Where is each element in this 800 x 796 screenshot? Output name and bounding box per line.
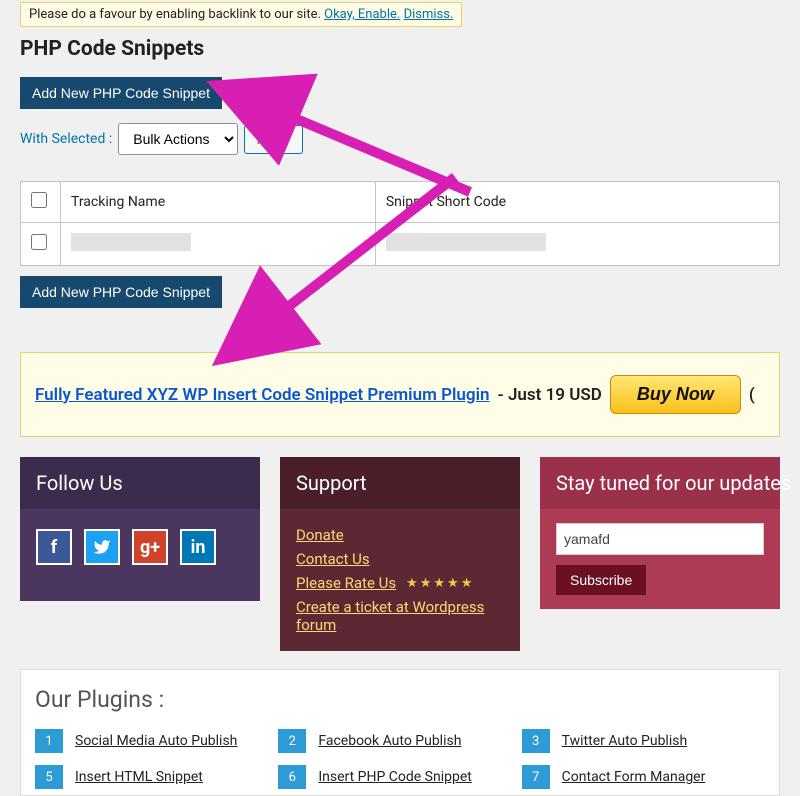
google-plus-icon[interactable]: g+ xyxy=(132,529,168,565)
col-tracking-name: Tracking Name xyxy=(61,182,376,223)
promo-price: - Just 19 USD xyxy=(497,385,601,405)
donate-link[interactable]: Donate xyxy=(296,523,504,547)
bulk-label: With Selected : xyxy=(20,131,112,147)
facebook-icon[interactable]: f xyxy=(36,529,72,565)
subscribe-input[interactable] xyxy=(556,523,764,555)
add-snippet-button-top[interactable]: Add New PHP Code Snippet xyxy=(20,77,222,109)
rate-link[interactable]: Please Rate Us xyxy=(296,571,396,595)
premium-promo-banner: Fully Featured XYZ WP Insert Code Snippe… xyxy=(20,352,780,437)
star-rating-icon: ★★★★★ xyxy=(406,576,474,591)
plugin-link[interactable]: Social Media Auto Publish xyxy=(75,733,237,749)
support-title: Support xyxy=(280,457,520,509)
snippets-table: Tracking Name Snippet Short Code xyxy=(20,181,780,266)
subscribe-button[interactable]: Subscribe xyxy=(556,565,646,595)
subscribe-title: Stay tuned for our updates xyxy=(540,457,780,509)
plugin-link[interactable]: Contact Form Manager xyxy=(562,769,706,785)
notice-enable-link[interactable]: Okay, Enable. xyxy=(324,7,400,22)
plugin-link[interactable]: Twitter Auto Publish xyxy=(562,733,688,749)
backlink-notice: Please do a favour by enabling backlink … xyxy=(20,2,462,27)
add-snippet-button-bottom[interactable]: Add New PHP Code Snippet xyxy=(20,276,222,308)
plugin-link[interactable]: Insert PHP Code Snippet xyxy=(318,769,472,785)
promo-paren: ( xyxy=(749,385,755,405)
redacted-cell xyxy=(71,233,191,251)
subscribe-panel: Stay tuned for our updates Subscribe xyxy=(540,457,780,651)
page-title: PHP Code Snippets xyxy=(20,37,780,61)
row-checkbox[interactable] xyxy=(31,234,47,250)
redacted-cell xyxy=(386,233,546,251)
plugin-item: 7Contact Form Manager xyxy=(522,759,765,795)
follow-us-panel: Follow Us f g+ in xyxy=(20,457,260,651)
support-panel: Support Donate Contact Us Please Rate Us… xyxy=(280,457,520,651)
notice-dismiss-link[interactable]: Dismiss. xyxy=(404,7,454,22)
plugin-item: 5Insert HTML Snippet xyxy=(35,759,278,795)
contact-link[interactable]: Contact Us xyxy=(296,547,504,571)
plugin-item: 2Facebook Auto Publish xyxy=(278,723,521,759)
plugin-link[interactable]: Facebook Auto Publish xyxy=(318,733,461,749)
bulk-actions-select[interactable]: Bulk Actions xyxy=(118,123,238,155)
table-row xyxy=(21,223,780,266)
bulk-apply-button[interactable]: Apply xyxy=(244,125,303,154)
select-all-checkbox[interactable] xyxy=(31,192,47,208)
twitter-icon[interactable] xyxy=(84,529,120,565)
our-plugins-panel: Our Plugins : 1Social Media Auto Publish… xyxy=(20,669,780,796)
plugin-item: 3Twitter Auto Publish xyxy=(522,723,765,759)
plugin-item: 1Social Media Auto Publish xyxy=(35,723,278,759)
notice-text: Please do a favour by enabling backlink … xyxy=(29,7,321,22)
plugin-item: 6Insert PHP Code Snippet xyxy=(278,759,521,795)
ticket-link[interactable]: Create a ticket at Wordpress forum xyxy=(296,595,504,637)
premium-link[interactable]: Fully Featured XYZ WP Insert Code Snippe… xyxy=(35,385,489,405)
buy-now-button[interactable]: Buy Now xyxy=(610,375,741,414)
plugin-link[interactable]: Insert HTML Snippet xyxy=(75,769,203,785)
follow-title: Follow Us xyxy=(20,457,260,509)
our-plugins-title: Our Plugins : xyxy=(35,686,765,713)
linkedin-icon[interactable]: in xyxy=(180,529,216,565)
col-short-code: Snippet Short Code xyxy=(375,182,779,223)
